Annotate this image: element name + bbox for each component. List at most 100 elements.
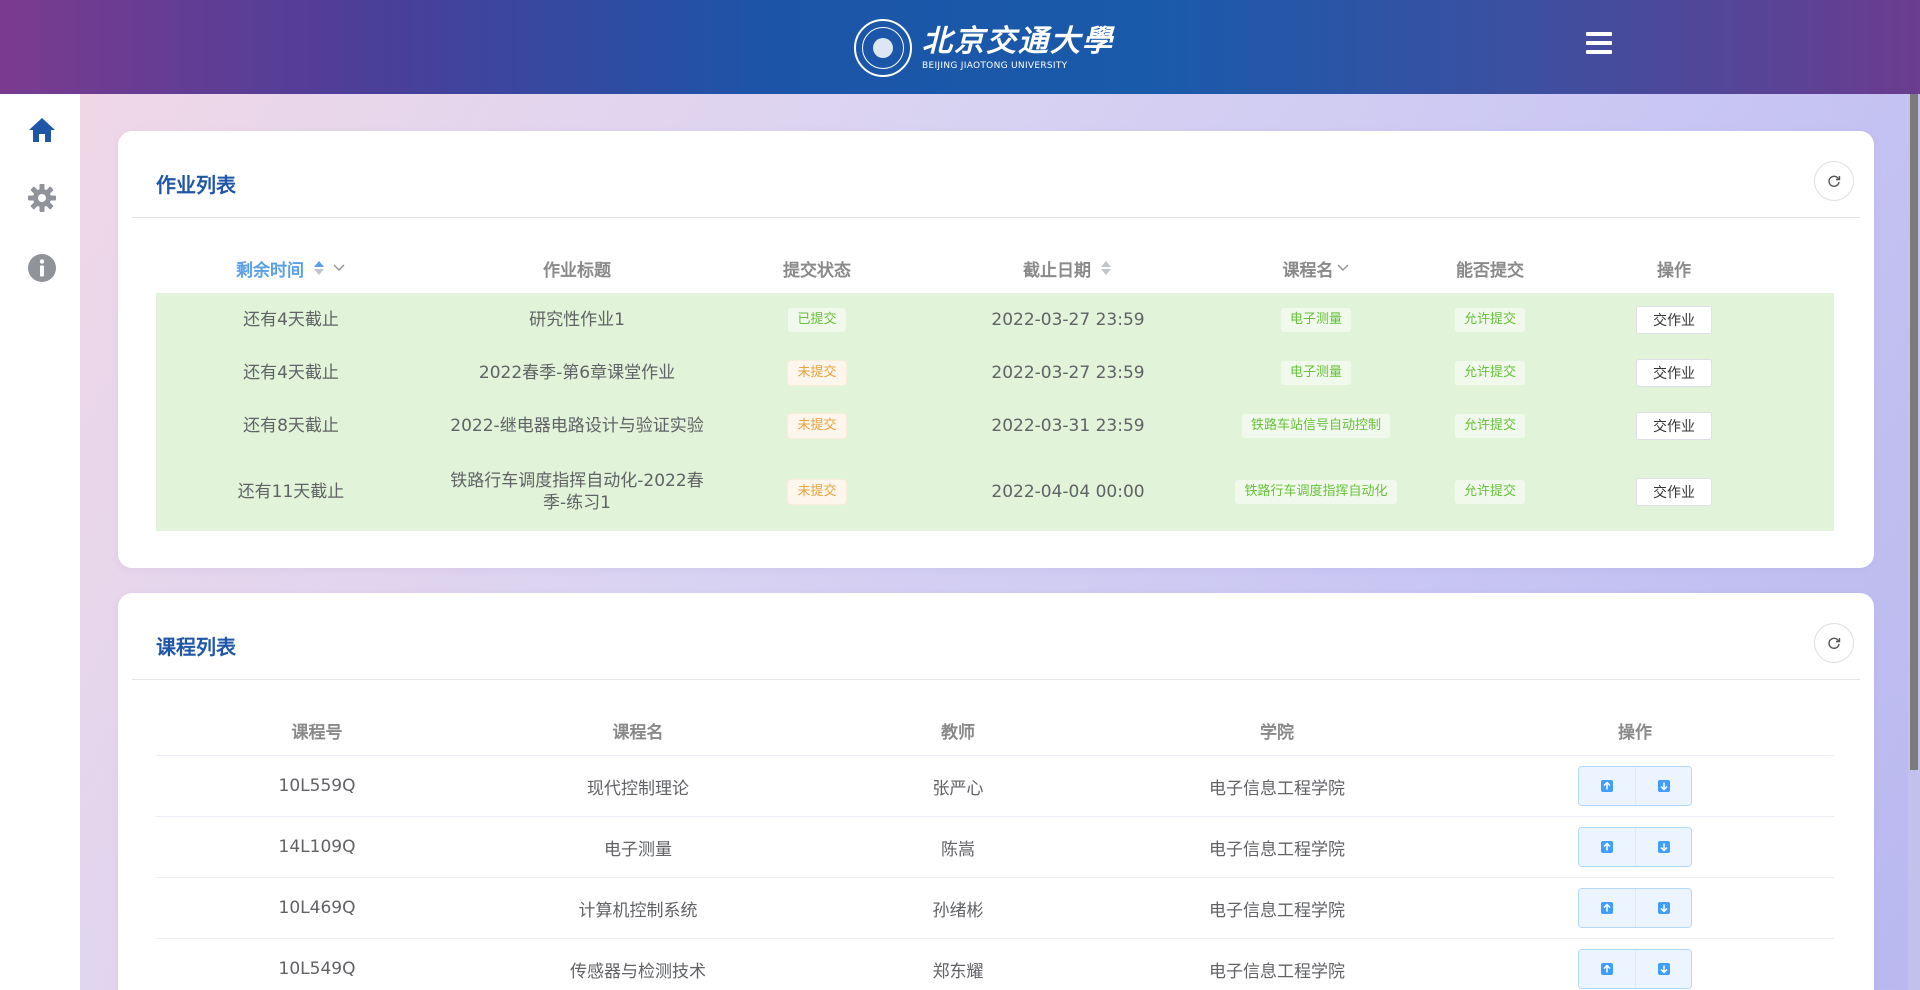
- course-name-cell: 计算机控制系统: [578, 900, 698, 921]
- arrow-up-icon: [1601, 963, 1613, 975]
- table-row: 还有8天截止 2022-继电器电路设计与验证实验 未提交 2022-03-31 …: [156, 399, 1834, 452]
- arrow-down-icon: [1657, 780, 1670, 792]
- header-status: 提交状态: [783, 260, 851, 281]
- university-seal-icon: [854, 19, 912, 77]
- hamburger-menu-icon[interactable]: [1586, 32, 1612, 56]
- move-button-group: [1578, 827, 1692, 867]
- course-badge: 电子测量: [1279, 359, 1352, 386]
- move-down-button[interactable]: [1635, 950, 1691, 988]
- table-row: 10L549Q 传感器与检测技术 郑东耀 电子信息工程学院: [156, 938, 1834, 990]
- course-divider: [132, 679, 1860, 680]
- course-card: 课程列表 课程号 课程名 教师 学院 操作 10L559Q 现代控制理论 张严心…: [118, 593, 1874, 990]
- can-submit-badge: 允许提交: [1453, 306, 1526, 333]
- move-up-button[interactable]: [1579, 828, 1635, 866]
- header-deadline[interactable]: 截止日期: [906, 243, 1230, 293]
- course-badge: 铁路车站信号自动控制: [1240, 412, 1391, 439]
- school-cell: 电子信息工程学院: [1209, 961, 1345, 982]
- teacher-cell: 孙绪彬: [932, 900, 984, 921]
- header-title: 作业标题: [543, 260, 611, 281]
- can-submit-badge: 允许提交: [1453, 478, 1526, 505]
- status-badge: 未提交: [787, 412, 847, 439]
- homework-title-cell: 2022春季-第6章课堂作业: [478, 362, 676, 383]
- filter-chevron-icon[interactable]: [1336, 262, 1350, 274]
- course-name-cell: 现代控制理论: [587, 778, 689, 799]
- table-row: 14L109Q 电子测量 陈嵩 电子信息工程学院: [156, 816, 1834, 877]
- header-remaining-label: 剩余时间: [236, 260, 304, 281]
- school-cell: 电子信息工程学院: [1209, 839, 1345, 860]
- course-table: 课程号 课程名 教师 学院 操作 10L559Q 现代控制理论 张严心 电子信息…: [156, 705, 1834, 990]
- arrow-down-icon: [1657, 841, 1670, 853]
- sort-icon[interactable]: [1099, 260, 1113, 276]
- university-logo: 北京交通大學 BEIJING JIAOTONG UNIVERSITY: [854, 18, 1114, 78]
- info-icon[interactable]: [26, 252, 58, 284]
- homework-card-title: 作业列表: [156, 173, 236, 197]
- sort-icon[interactable]: [312, 260, 326, 276]
- table-row: 还有4天截止 2022春季-第6章课堂作业 未提交 2022-03-27 23:…: [156, 346, 1834, 399]
- table-row: 还有11天截止 铁路行车调度指挥自动化-2022春季-练习1 未提交 2022-…: [156, 452, 1834, 531]
- header-course-name: 课程名: [612, 722, 664, 743]
- submit-homework-button[interactable]: 交作业: [1636, 358, 1712, 387]
- teacher-cell: 陈嵩: [941, 839, 975, 860]
- move-down-button[interactable]: [1635, 828, 1691, 866]
- header-teacher: 教师: [941, 722, 975, 743]
- deadline-cell: 2022-03-31 23:59: [991, 415, 1145, 436]
- move-button-group: [1578, 766, 1692, 806]
- submit-homework-button[interactable]: 交作业: [1636, 305, 1712, 334]
- can-submit-badge: 允许提交: [1453, 412, 1526, 439]
- teacher-cell: 张严心: [932, 778, 984, 799]
- course-code-cell: 10L469Q: [278, 898, 356, 918]
- course-name-cell: 电子测量: [604, 839, 672, 860]
- course-badge: 电子测量: [1279, 306, 1352, 333]
- header-school: 学院: [1260, 722, 1294, 743]
- submit-homework-button[interactable]: 交作业: [1636, 411, 1712, 440]
- header-course[interactable]: 课程名: [1230, 243, 1402, 293]
- status-badge: 未提交: [787, 359, 847, 386]
- homework-refresh-button[interactable]: [1814, 161, 1854, 201]
- table-row: 10L559Q 现代控制理论 张严心 电子信息工程学院: [156, 755, 1834, 816]
- home-icon[interactable]: [26, 114, 58, 146]
- move-up-button[interactable]: [1579, 889, 1635, 927]
- course-card-title: 课程列表: [156, 635, 236, 659]
- scrollbar-thumb[interactable]: [1910, 94, 1918, 770]
- sidebar: [0, 94, 80, 990]
- move-button-group: [1578, 949, 1692, 989]
- remaining-time-cell: 还有4天截止: [243, 309, 339, 330]
- course-code-cell: 10L549Q: [278, 959, 356, 979]
- homework-divider: [132, 217, 1860, 218]
- header-course-code: 课程号: [291, 722, 343, 743]
- teacher-cell: 郑东耀: [932, 961, 984, 982]
- submit-homework-button[interactable]: 交作业: [1636, 477, 1712, 506]
- move-up-button[interactable]: [1579, 950, 1635, 988]
- deadline-cell: 2022-03-27 23:59: [991, 362, 1145, 383]
- arrow-down-icon: [1657, 963, 1670, 975]
- remaining-time-cell: 还有8天截止: [243, 415, 339, 436]
- refresh-icon: [1828, 637, 1841, 649]
- filter-chevron-icon[interactable]: [332, 262, 346, 274]
- school-cell: 电子信息工程学院: [1209, 778, 1345, 799]
- table-row: 还有4天截止 研究性作业1 已提交 2022-03-27 23:59 电子测量 …: [156, 293, 1834, 346]
- remaining-time-cell: 还有4天截止: [243, 362, 339, 383]
- move-down-button[interactable]: [1635, 767, 1691, 805]
- arrow-up-icon: [1601, 902, 1613, 914]
- move-down-button[interactable]: [1635, 889, 1691, 927]
- course-refresh-button[interactable]: [1814, 623, 1854, 663]
- move-up-button[interactable]: [1579, 767, 1635, 805]
- logo-english-name: BEIJING JIAOTONG UNIVERSITY: [922, 61, 1068, 71]
- homework-table: 剩余时间 作业标题 提交状态 截止日期 课程名 能否提交 操作 还有4天截止 研…: [156, 243, 1834, 543]
- refresh-icon: [1828, 175, 1841, 187]
- course-code-cell: 14L109Q: [278, 837, 356, 857]
- deadline-cell: 2022-03-27 23:59: [991, 309, 1145, 330]
- arrow-up-icon: [1601, 841, 1613, 853]
- homework-card: 作业列表 剩余时间 作业标题 提交状态 截止日期 课程名 能否提交 操作 还有4…: [118, 131, 1874, 568]
- gear-icon[interactable]: [26, 182, 58, 214]
- homework-title-cell: 铁路行车调度指挥自动化-2022春季-练习1: [450, 470, 704, 513]
- school-cell: 电子信息工程学院: [1209, 900, 1345, 921]
- move-button-group: [1578, 888, 1692, 928]
- header-course-label: 课程名: [1282, 260, 1334, 281]
- header-remaining-time[interactable]: 剩余时间: [156, 243, 426, 293]
- status-badge: 未提交: [787, 478, 847, 505]
- arrow-up-icon: [1601, 780, 1613, 792]
- logo-chinese-name: 北京交通大學: [922, 24, 1114, 59]
- header-deadline-label: 截止日期: [1023, 260, 1091, 281]
- status-badge: 已提交: [787, 306, 847, 333]
